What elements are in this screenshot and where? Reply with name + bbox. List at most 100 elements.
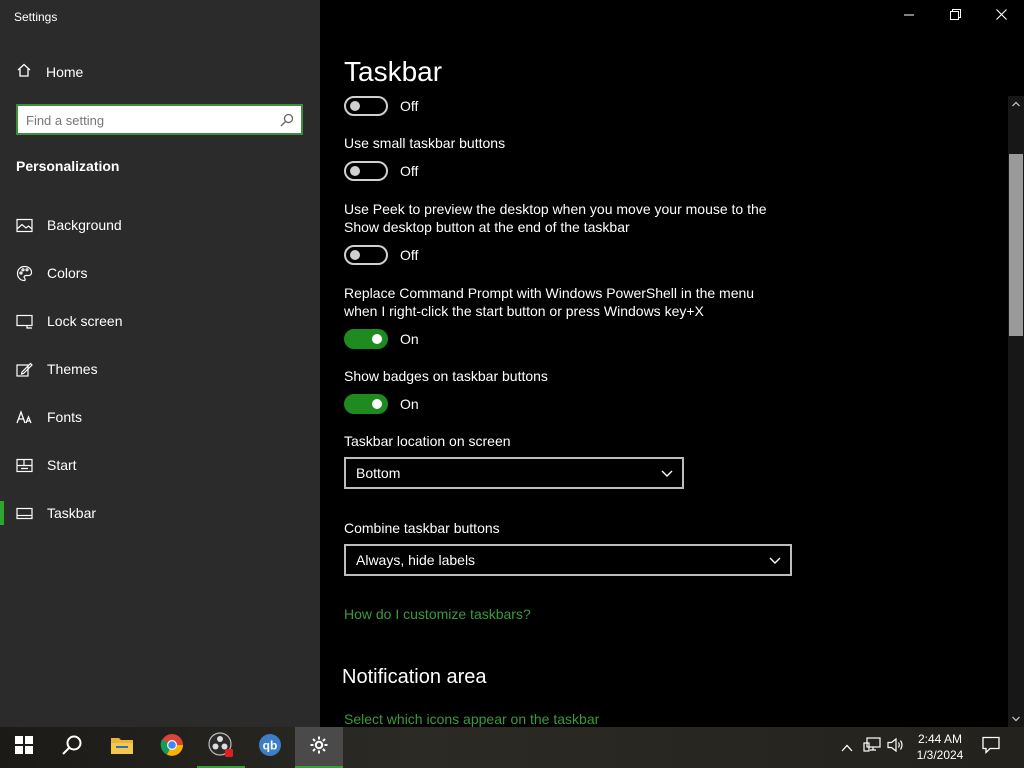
nav-list: Background Colors Lock screen Themes Fon… — [0, 201, 320, 537]
toggle-row-peek: Off — [344, 245, 418, 265]
combine-dropdown[interactable]: Always, hide labels — [344, 544, 792, 576]
palette-icon — [16, 265, 33, 282]
sidebar-item-label: Taskbar — [47, 505, 97, 521]
search-icon[interactable] — [279, 112, 295, 128]
location-value: Bottom — [356, 465, 401, 481]
sidebar: Settings Home Personalization — [0, 0, 320, 727]
restore-icon — [949, 7, 961, 25]
home-label: Home — [46, 63, 84, 80]
sidebar-item-label: Lock screen — [47, 313, 123, 329]
notification-icon — [982, 736, 1000, 759]
sidebar-item-label: Start — [47, 457, 77, 473]
scrollbar[interactable] — [1008, 96, 1024, 727]
app-title: Settings — [14, 10, 58, 24]
home-nav-item[interactable]: Home — [16, 62, 83, 81]
chrome-icon — [160, 733, 184, 762]
search-button[interactable] — [48, 727, 96, 768]
toggle-knob — [350, 250, 360, 260]
file-explorer-button[interactable] — [98, 727, 146, 768]
image-icon — [16, 217, 33, 234]
taskbar: qb 2:44 AM 1/3/2024 — [0, 727, 1024, 768]
chevron-down-icon — [768, 553, 782, 567]
action-center-button[interactable] — [976, 727, 1006, 768]
scroll-down-arrow-icon[interactable] — [1008, 711, 1024, 727]
qbittorrent-button[interactable]: qb — [246, 727, 294, 768]
sidebar-item-themes[interactable]: Themes — [0, 345, 320, 393]
sidebar-item-start[interactable]: Start — [0, 441, 320, 489]
toggle-state-label: On — [400, 396, 419, 412]
sidebar-item-label: Background — [47, 217, 122, 233]
toggle-state-label: Off — [400, 163, 419, 179]
close-icon — [995, 7, 1007, 25]
toggle-knob — [350, 166, 360, 176]
notification-area-heading: Notification area — [342, 666, 487, 688]
minimize-button[interactable] — [886, 0, 932, 32]
sidebar-item-label: Colors — [47, 265, 88, 281]
badges-label: Show badges on taskbar buttons — [344, 368, 548, 384]
volume-button[interactable] — [884, 727, 908, 768]
svg-text:qb: qb — [263, 739, 278, 753]
scrollbar-thumb[interactable] — [1009, 154, 1023, 336]
notification-icons-link[interactable]: Select which icons appear on the taskbar — [344, 711, 599, 727]
top-toggle[interactable] — [344, 96, 388, 116]
chevron-up-icon — [841, 739, 853, 757]
sidebar-item-label: Fonts — [47, 409, 83, 425]
help-link[interactable]: How do I customize taskbars? — [344, 606, 531, 622]
volume-icon — [887, 737, 905, 758]
start-button[interactable] — [0, 727, 48, 768]
sidebar-item-label: Themes — [47, 361, 98, 377]
font-icon — [16, 409, 33, 426]
toggle-state-label: On — [400, 331, 419, 347]
chrome-button[interactable] — [148, 727, 196, 768]
location-label: Taskbar location on screen — [344, 433, 511, 449]
content-pane: Taskbar Off Use small taskbar buttons Of… — [320, 0, 1024, 727]
peek-toggle[interactable] — [344, 245, 388, 265]
settings-window: Settings Home Personalization — [0, 0, 1024, 727]
clock-date: 1/3/2024 — [916, 748, 964, 762]
sidebar-item-colors[interactable]: Colors — [0, 249, 320, 297]
small-buttons-toggle[interactable] — [344, 161, 388, 181]
settings-taskbar-button[interactable] — [295, 727, 343, 768]
page-title: Taskbar — [344, 56, 443, 87]
chevron-down-icon — [660, 466, 674, 480]
sidebar-item-taskbar[interactable]: Taskbar — [0, 489, 320, 537]
combine-label: Combine taskbar buttons — [344, 520, 500, 536]
powershell-toggle[interactable] — [344, 329, 388, 349]
sidebar-item-fonts[interactable]: Fonts — [0, 393, 320, 441]
file-explorer-icon — [110, 735, 134, 760]
location-dropdown[interactable]: Bottom — [344, 457, 684, 489]
toggle-knob — [350, 101, 360, 111]
toggle-row-top: Off — [344, 96, 418, 116]
toggle-row-powershell: On — [344, 329, 419, 349]
minimize-icon — [904, 7, 914, 25]
scroll-up-arrow-icon[interactable] — [1008, 96, 1024, 112]
toggle-row-small-buttons: Off — [344, 161, 418, 181]
combine-value: Always, hide labels — [356, 552, 476, 568]
network-button[interactable] — [860, 727, 884, 768]
powershell-label: Replace Command Prompt with Windows Powe… — [344, 285, 755, 319]
toggle-state-label: Off — [400, 247, 419, 263]
taskbar-icon — [16, 505, 33, 522]
pencil-icon — [16, 361, 33, 378]
clock-time: 2:44 AM — [917, 732, 963, 746]
search-box[interactable] — [16, 104, 303, 135]
search-input[interactable] — [26, 111, 276, 129]
sidebar-item-background[interactable]: Background — [0, 201, 320, 249]
badges-toggle[interactable] — [344, 394, 388, 414]
start-icon — [15, 736, 33, 759]
toggle-knob — [372, 399, 382, 409]
close-button[interactable] — [978, 0, 1024, 32]
show-hidden-icons-button[interactable] — [836, 727, 858, 768]
search-icon — [61, 734, 83, 761]
toggle-knob — [372, 334, 382, 344]
section-label: Personalization — [16, 158, 120, 174]
network-icon — [863, 737, 881, 758]
start-grid-icon — [16, 457, 33, 474]
restore-button[interactable] — [932, 0, 978, 32]
obs-button[interactable] — [197, 727, 245, 768]
monitor-icon — [16, 313, 33, 330]
obs-icon — [208, 732, 234, 763]
sidebar-item-lock-screen[interactable]: Lock screen — [0, 297, 320, 345]
peek-label: Use Peek to preview the desktop when you… — [344, 201, 767, 235]
taskbar-clock[interactable]: 2:44 AM 1/3/2024 — [912, 731, 968, 763]
